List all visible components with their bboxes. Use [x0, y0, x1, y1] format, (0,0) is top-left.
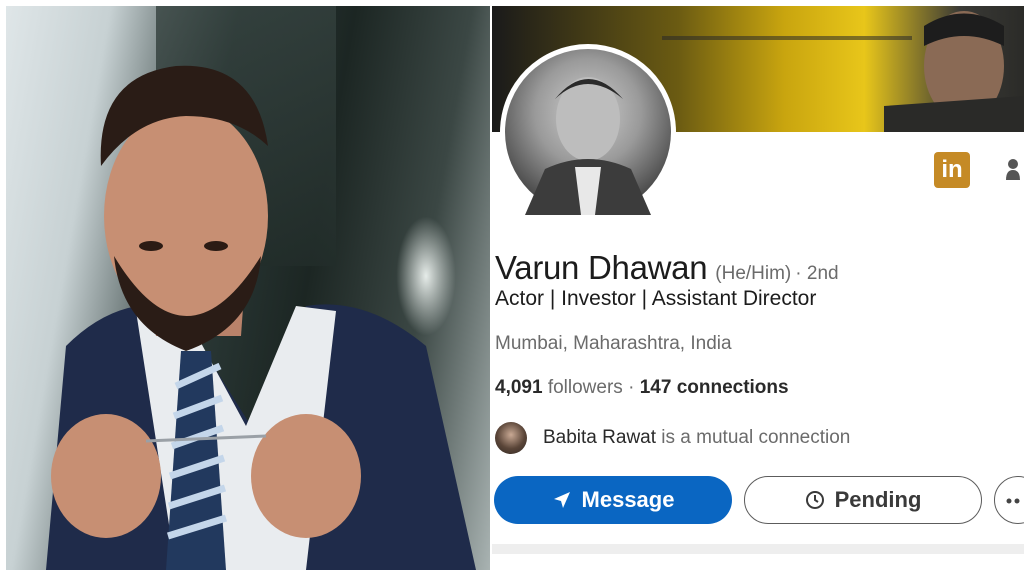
cover-figure: [884, 11, 1024, 132]
pending-button[interactable]: Pending: [744, 476, 982, 524]
profile-avatar-ring[interactable]: [500, 44, 676, 220]
profile-headline: Actor | Investor | Assistant Director: [495, 287, 817, 310]
card-divider: [492, 544, 1024, 554]
profile-avatar: [505, 49, 671, 215]
portrait-figure: [46, 65, 476, 570]
more-horizontal-icon: [1006, 498, 1020, 504]
pending-button-label: Pending: [834, 487, 922, 512]
mutual-suffix: is a mutual connection: [656, 427, 851, 448]
profile-avatar-figure: [525, 77, 651, 215]
message-button-label: Message: [581, 487, 675, 512]
profile-name: Varun Dhawan: [495, 249, 708, 286]
mutual-connection-text: Babita Rawat is a mutual connection: [543, 427, 850, 449]
portrait-photo: [6, 6, 490, 570]
connection-degree: · 2nd: [795, 263, 839, 284]
send-icon: [553, 492, 570, 508]
person-icon[interactable]: [1006, 158, 1020, 180]
profile-card: in Varun Dhawan (He/Him) · 2nd Actor | I…: [492, 6, 1024, 570]
mutual-name: Babita Rawat: [543, 427, 657, 448]
mutual-connection[interactable]: Babita Rawat is a mutual connection: [495, 420, 850, 456]
linkedin-badge-icon[interactable]: in: [934, 152, 970, 188]
stats-separator: ·: [622, 377, 640, 398]
connections-count[interactable]: 147: [640, 377, 672, 398]
profile-name-row: Varun Dhawan (He/Him) · 2nd: [495, 249, 839, 287]
cover-streak: [662, 36, 912, 40]
profile-stats: 4,091 followers · 147 connections: [495, 377, 789, 399]
profile-pronouns: (He/Him): [715, 263, 792, 284]
connections-label[interactable]: connections: [677, 377, 789, 398]
profile-location: Mumbai, Maharashtra, India: [495, 333, 732, 354]
more-options-button[interactable]: [994, 476, 1024, 524]
followers-label[interactable]: followers: [548, 377, 623, 398]
followers-count: 4,091: [495, 377, 543, 398]
mutual-avatar: [495, 422, 527, 454]
clock-icon: [805, 491, 824, 509]
message-button[interactable]: Message: [494, 476, 732, 524]
